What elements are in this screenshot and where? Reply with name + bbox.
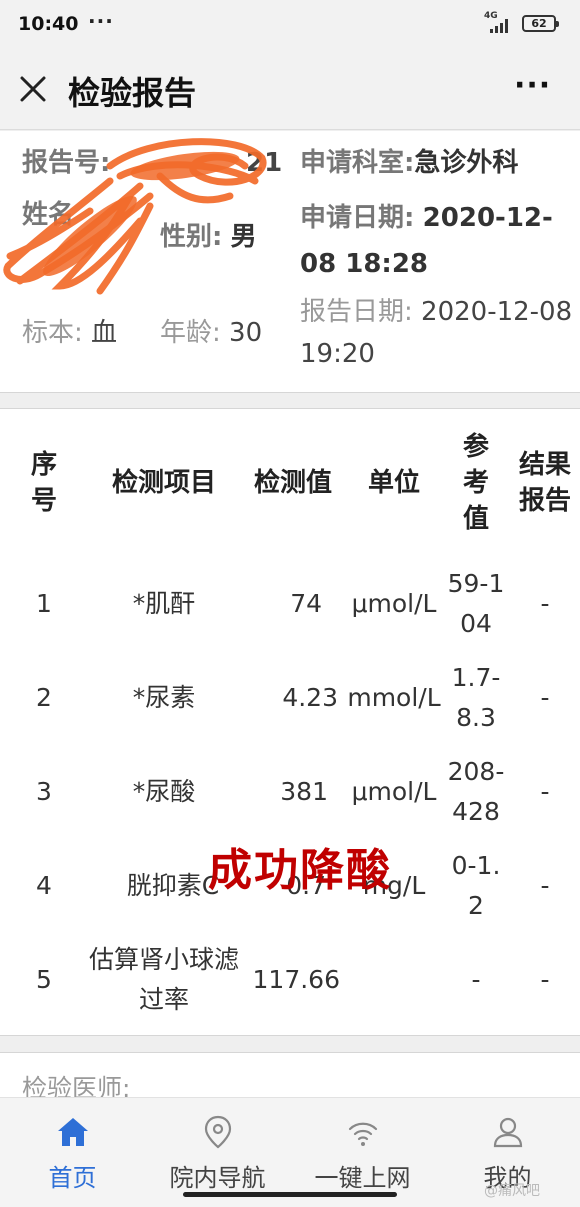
age: 年龄: 30 xyxy=(160,318,263,348)
location-pin-icon xyxy=(204,1115,232,1149)
status-bar: 10:40 ··· 4G 62 xyxy=(0,0,580,50)
home-indicator[interactable] xyxy=(183,1192,397,1197)
report-number: 报告号: xyxy=(22,148,111,178)
header-unit: 单位 xyxy=(367,468,420,498)
report-date: 报告日期: 2020-12-08 19:20 xyxy=(300,297,573,369)
nav-label-home: 首页 xyxy=(48,1164,97,1192)
header-item: 检测项目 xyxy=(111,468,216,498)
status-dots: ··· xyxy=(88,9,114,33)
result-table: 序号 检测项目 检测值 单位 参考值 结果报告 1 *肌酐 74 μmol/L … xyxy=(0,409,580,1027)
overlay-caption: 成功降酸 xyxy=(208,845,392,896)
title-bar: 检验报告 ··· xyxy=(0,50,580,130)
status-time: 10:40 xyxy=(18,13,79,35)
apply-department: 申请科室:急诊外科 xyxy=(300,148,519,178)
header-seq: 序号 xyxy=(30,450,57,516)
page-title: 检验报告 xyxy=(68,74,197,112)
person-icon xyxy=(493,1117,523,1148)
header-value: 检测值 xyxy=(253,468,332,498)
apply-date: 申请日期: 2020-12-08 18:28 xyxy=(300,203,553,279)
nav-item-home[interactable]: 首页 xyxy=(0,1098,145,1207)
specimen: 标本: 血 xyxy=(22,318,118,348)
report-number-value: 21 xyxy=(246,148,283,178)
table-row: 3 *尿酸 381 μmol/L 208-428 - xyxy=(36,757,550,826)
doctor-section: 检验医师: xyxy=(0,1052,580,1103)
nav-label-wifi: 一键上网 xyxy=(314,1164,411,1192)
table-row: 2 *尿素 4.23 mmol/L 1.7-8.3 - xyxy=(36,663,550,732)
wifi-icon xyxy=(348,1122,378,1146)
result-table-card: 序号 检测项目 检测值 单位 参考值 结果报告 1 *肌酐 74 μmol/L … xyxy=(0,408,580,1036)
more-options-icon[interactable]: ··· xyxy=(514,71,551,101)
watermark: @痛风吧 xyxy=(484,1183,540,1199)
home-icon xyxy=(58,1118,88,1146)
table-header-row: 序号 检测项目 检测值 单位 参考值 结果报告 xyxy=(0,409,580,557)
nav-item-navigation[interactable]: 院内导航 xyxy=(145,1098,290,1207)
gender: 性别: 男 xyxy=(160,222,257,252)
report-info-card: 报告号: 21 姓名 性别: 男 标本: 血 年龄: 30 申请科室:急诊外科 … xyxy=(0,131,580,393)
table-row: 5 估算肾小球滤过率 117.66 - - xyxy=(36,945,550,1014)
close-icon[interactable] xyxy=(18,74,48,104)
header-reference: 参考值 xyxy=(462,432,489,534)
nav-item-wifi[interactable]: 一键上网 xyxy=(290,1098,435,1207)
signal-icon: 4G xyxy=(484,11,518,33)
battery-icon: 62 xyxy=(522,15,559,32)
table-row: 1 *肌酐 74 μmol/L 59-104 - xyxy=(36,569,550,638)
name-label: 姓名 xyxy=(22,200,75,230)
header-result: 结果报告 xyxy=(518,450,571,516)
nav-label-navigation: 院内导航 xyxy=(169,1164,266,1192)
